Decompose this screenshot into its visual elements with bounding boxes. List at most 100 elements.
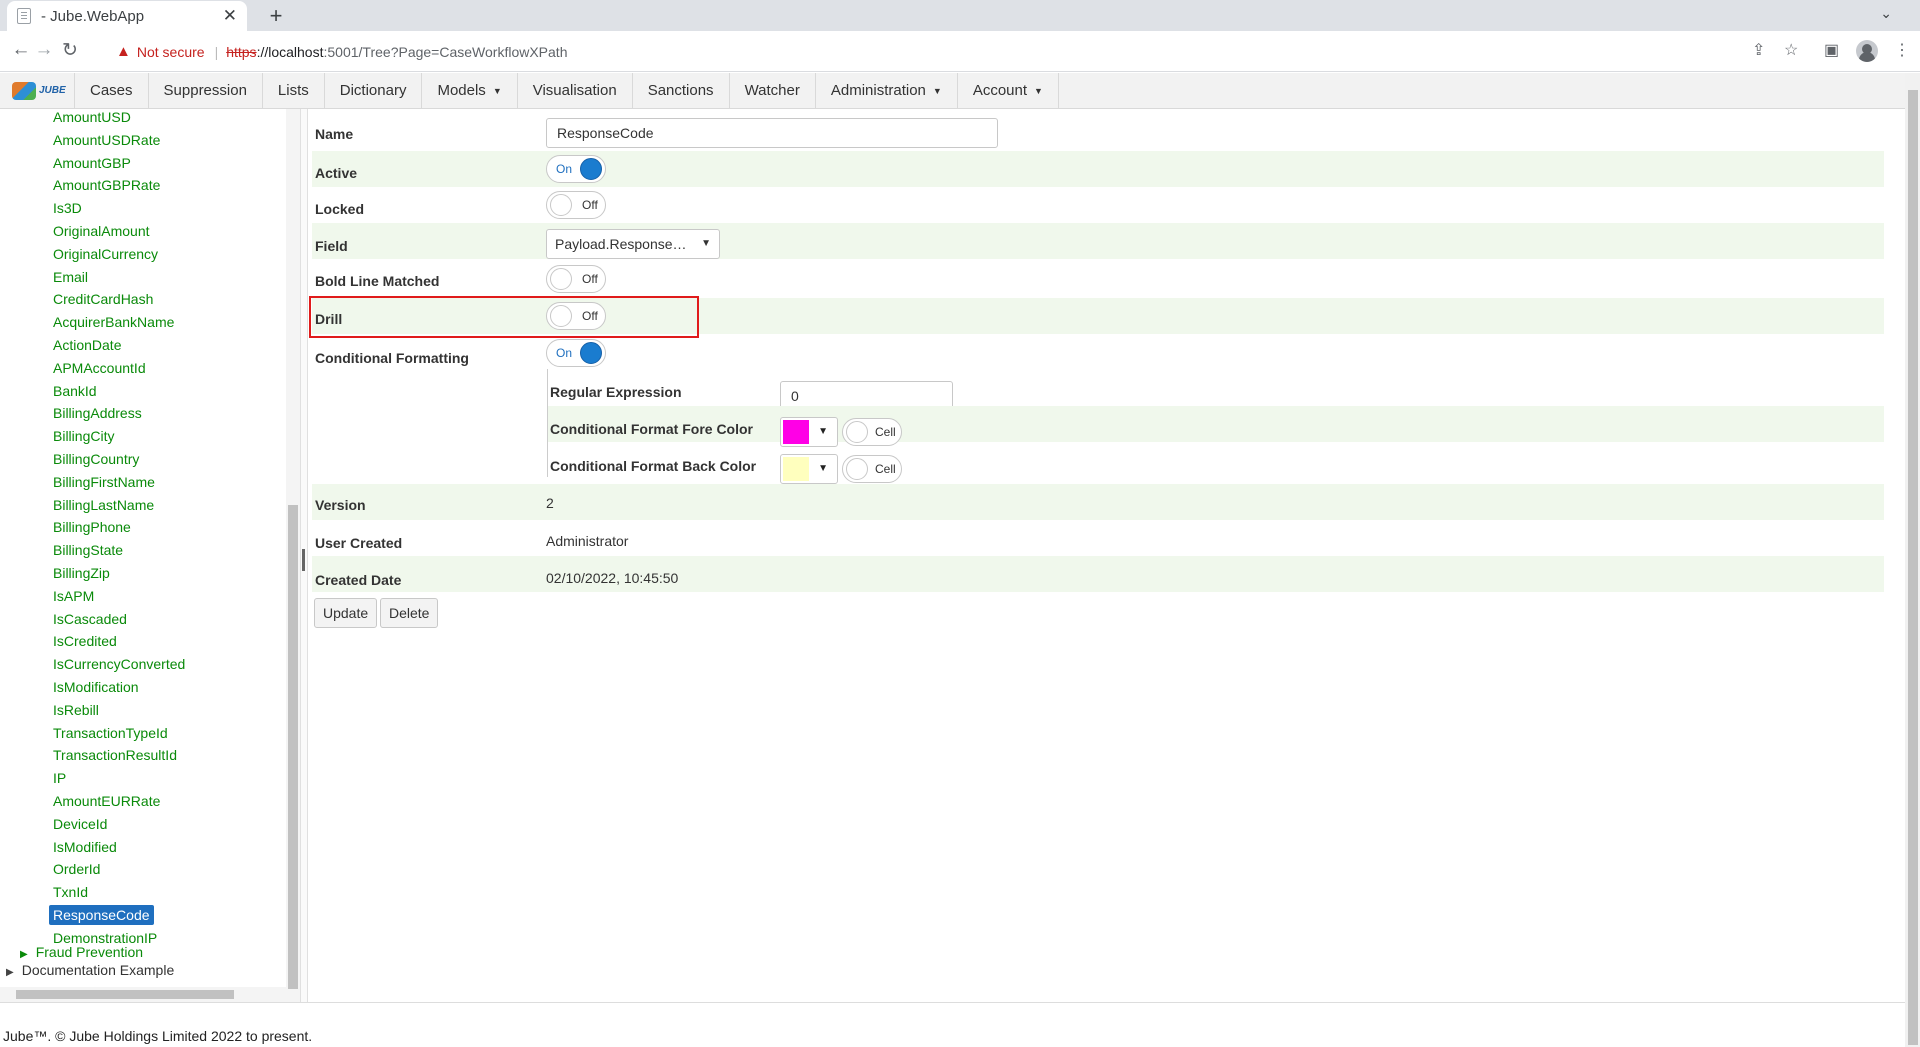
bold-line-matched-toggle[interactable]: Off (546, 265, 606, 293)
tree-node[interactable]: Email (53, 269, 88, 285)
menu-visualisation[interactable]: Visualisation (518, 73, 633, 108)
browser-tab[interactable]: - Jube.WebApp ✕ (7, 1, 247, 31)
active-toggle[interactable]: On (546, 155, 606, 183)
row-regular-expression: Regular Expression 0 (548, 370, 1884, 411)
menu-administration[interactable]: Administration ▼ (816, 73, 958, 108)
tree-node[interactable]: IsCredited (53, 633, 117, 649)
tree-node[interactable]: APMAccountId (53, 360, 146, 376)
tree-node[interactable]: IsModified (53, 839, 117, 855)
row-bold-line-matched: Bold Line Matched Off (312, 259, 1884, 295)
menu-watcher[interactable]: Watcher (730, 73, 816, 108)
menu-dictionary[interactable]: Dictionary (325, 73, 423, 108)
tree-node[interactable]: IsCascaded (53, 611, 127, 627)
back-color-label: Conditional Format Back Color (550, 458, 757, 474)
tree-hscroll-thumb[interactable] (16, 990, 234, 999)
tree-node-documentation-example[interactable]: ▶ Documentation Example (6, 962, 174, 978)
name-label: Name (315, 126, 354, 142)
tree-node[interactable]: BillingZip (53, 565, 110, 581)
version-label: Version (315, 497, 366, 513)
tree-node[interactable]: BillingPhone (53, 519, 131, 535)
address-bar[interactable]: ▲ Not secure | https://localhost:5001/Tr… (108, 36, 1801, 67)
menu-sanctions[interactable]: Sanctions (633, 73, 730, 108)
tree-node[interactable]: CreditCardHash (53, 291, 153, 307)
tree-node[interactable]: OriginalAmount (53, 223, 150, 239)
tree-node[interactable]: IsCurrencyConverted (53, 656, 185, 672)
caret-down-icon: ▼ (492, 85, 502, 96)
tree-node[interactable]: BillingCountry (53, 451, 139, 467)
chevron-down-icon: ▼ (818, 463, 828, 474)
tree-scroll-thumb[interactable] (288, 505, 298, 989)
tree-node[interactable]: IsAPM (53, 588, 94, 604)
back-color-cell-toggle[interactable]: Cell (842, 455, 902, 483)
back-color-swatch (783, 457, 809, 481)
menu-account[interactable]: Account ▼ (958, 73, 1059, 108)
locked-toggle[interactable]: Off (546, 191, 606, 219)
tree-node-fraud-prevention[interactable]: ▶ Fraud Prevention (20, 944, 143, 960)
field-select[interactable]: Payload.Response… ▼ (546, 229, 720, 259)
reload-icon[interactable]: ↻ (57, 39, 83, 62)
profile-avatar[interactable] (1856, 40, 1878, 62)
tree-node[interactable]: ActionDate (53, 337, 121, 353)
tree-node[interactable]: OriginalCurrency (53, 246, 158, 262)
conditional-formatting-toggle[interactable]: On (546, 339, 606, 367)
chevron-down-icon[interactable]: ⌄ (1880, 5, 1892, 22)
tree-node[interactable]: IsRebill (53, 702, 99, 718)
row-locked: Locked Off (312, 187, 1884, 223)
name-input[interactable]: ResponseCode (546, 118, 998, 148)
star-icon[interactable]: ☆ (1784, 40, 1798, 60)
tree-node[interactable]: OrderId (53, 861, 100, 877)
url-path: :5001/Tree?Page=CaseWorkflowXPath (323, 43, 568, 60)
tree-node[interactable]: TransactionResultId (53, 747, 177, 763)
expand-icon[interactable]: ▶ (20, 949, 28, 960)
tree-node[interactable]: BillingAddress (53, 405, 142, 421)
update-button[interactable]: Update (314, 598, 378, 628)
tree-node[interactable]: Is3D (53, 200, 82, 216)
logo-text: JUBE (39, 85, 66, 96)
not-secure-label: Not secure (136, 43, 205, 60)
close-tab-icon[interactable]: ✕ (223, 6, 237, 26)
splitter[interactable] (300, 109, 308, 1002)
share-icon[interactable]: ⇪ (1752, 40, 1765, 60)
logo-icon (12, 81, 36, 100)
tree-node[interactable]: AcquirerBankName (53, 314, 174, 330)
tree-node[interactable]: ResponseCode (49, 905, 154, 925)
tree-node[interactable]: AmountGBP (53, 155, 131, 171)
tree-node[interactable]: BillingState (53, 542, 123, 558)
delete-button[interactable]: Delete (380, 598, 439, 628)
tree-node[interactable]: BillingCity (53, 428, 114, 444)
tree-node[interactable]: AmountEURRate (53, 793, 160, 809)
expand-icon[interactable]: ▶ (6, 967, 14, 978)
tree-node[interactable]: BankId (53, 383, 97, 399)
forward-icon[interactable]: → (31, 39, 57, 61)
page-scroll-thumb[interactable] (1908, 90, 1918, 1045)
tree-node[interactable]: IP (53, 770, 66, 786)
menu-cases[interactable]: Cases (75, 73, 149, 108)
tree-node[interactable]: AmountGBPRate (53, 177, 160, 193)
menu-suppression[interactable]: Suppression (149, 73, 263, 108)
browser-tab-strip: - Jube.WebApp ✕ + ⌄ (0, 0, 1920, 31)
row-field: Field Payload.Response… ▼ (312, 223, 1884, 259)
back-color-picker[interactable]: ▼ (780, 454, 838, 484)
menu-lists[interactable]: Lists (263, 73, 325, 108)
tree-node[interactable]: TxnId (53, 884, 88, 900)
side-panel-icon[interactable]: ▣ (1824, 40, 1839, 60)
new-tab-button[interactable]: + (262, 2, 290, 30)
jube-logo[interactable]: JUBE (0, 73, 75, 108)
url-scheme: https (226, 43, 257, 60)
tree-node[interactable]: BillingFirstName (53, 474, 155, 490)
row-back-color: Conditional Format Back Color ▼ Cell (548, 442, 1884, 484)
tree-node[interactable]: AmountUSD (53, 109, 131, 125)
more-menu-icon[interactable]: ⋮ (1894, 40, 1910, 60)
conditional-formatting-label: Conditional Formatting (315, 350, 469, 366)
tree-node[interactable]: BillingLastName (53, 497, 154, 513)
splitter-grip[interactable] (302, 549, 305, 571)
tree-node[interactable]: IsModification (53, 679, 139, 695)
chevron-down-icon: ▼ (818, 426, 828, 437)
tree-node[interactable]: TransactionTypeId (53, 725, 168, 741)
field-label: Field (315, 238, 348, 254)
tree-node[interactable]: DeviceId (53, 816, 107, 832)
menu-models[interactable]: Models ▼ (422, 73, 518, 108)
version-value: 2 (546, 495, 554, 511)
regular-expression-label: Regular Expression (550, 384, 682, 400)
tree-node[interactable]: AmountUSDRate (53, 132, 160, 148)
